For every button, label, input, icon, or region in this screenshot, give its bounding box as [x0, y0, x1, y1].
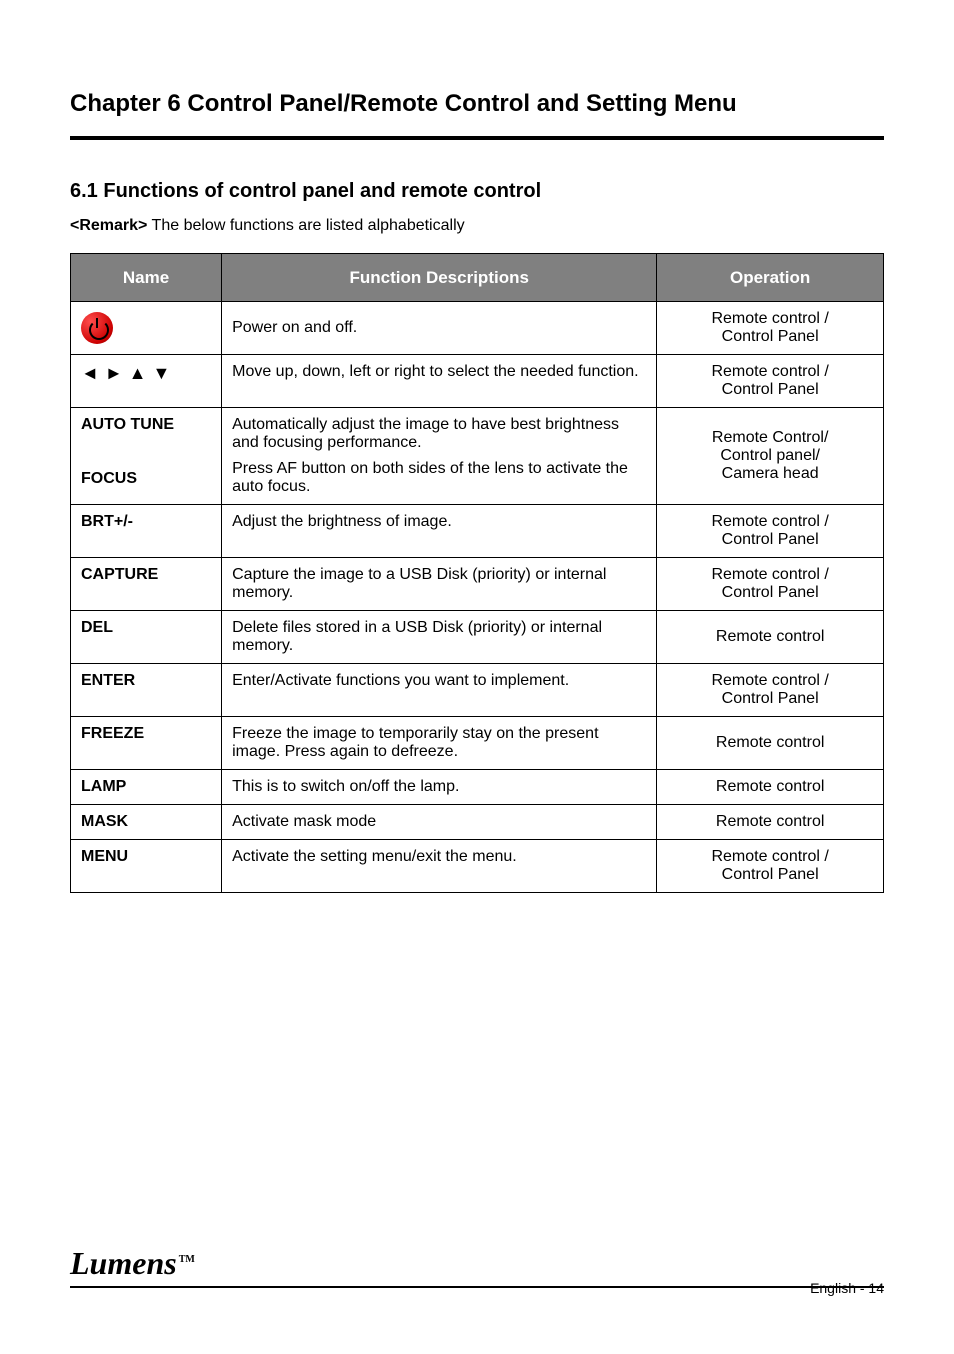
cell-op: Remote control / Control Panel [657, 840, 884, 893]
sub-label-text: FOCUS [81, 470, 211, 488]
cell-icon [71, 302, 222, 355]
cell-desc: Adjust the brightness of image. [222, 505, 657, 558]
desc-text: Enter/Activate functions you want to imp… [232, 672, 646, 690]
cell-desc: Activate mask mode [222, 805, 657, 840]
lumens-logo: LumensTM [70, 1245, 195, 1282]
note-text: The below functions are listed alphabeti… [147, 217, 464, 234]
table-row: MENU Activate the setting menu/exit the … [71, 840, 884, 893]
arrow-icons: ◄ ► ▲ ▼ [81, 363, 170, 384]
cell-name: BRT+/- [71, 505, 222, 558]
label-text: ENTER [81, 672, 211, 690]
desc-text: Move up, down, left or right to select t… [232, 363, 646, 381]
label-text: DEL [81, 619, 211, 637]
cell-desc: Activate the setting menu/exit the menu. [222, 840, 657, 893]
th-op: Operation [657, 254, 884, 302]
page-num-value: 14 [868, 1280, 884, 1296]
cell-op: Remote control [657, 717, 884, 770]
desc-text: Activate the setting menu/exit the menu. [232, 848, 646, 866]
desc-text: Freeze the image to temporarily stay on … [232, 725, 646, 761]
table-row: DEL Delete files stored in a USB Disk (p… [71, 611, 884, 664]
table-row: BRT+/- Adjust the brightness of image. R… [71, 505, 884, 558]
desc-text: Automatically adjust the image to have b… [232, 416, 646, 452]
table-row: CAPTURE Capture the image to a USB Disk … [71, 558, 884, 611]
th-name: Name [71, 254, 222, 302]
label-text: MASK [81, 813, 211, 831]
table-row: AUTO TUNE FOCUS Automatically adjust the… [71, 408, 884, 505]
desc-text: Adjust the brightness of image. [232, 513, 646, 531]
label-text: AUTO TUNE [81, 416, 211, 434]
table-row: ◄ ► ▲ ▼ Move up, down, left or right to … [71, 355, 884, 408]
table-row: LAMP This is to switch on/off the lamp. … [71, 770, 884, 805]
arrow-left-icon: ◄ [81, 363, 99, 384]
page-footer: LumensTM English - 14 [70, 1245, 884, 1294]
label-text: LAMP [81, 778, 211, 796]
page-label: English - [810, 1280, 868, 1296]
cell-op: Remote control / Control Panel [657, 355, 884, 408]
th-desc: Function Descriptions [222, 254, 657, 302]
footer-rule [70, 1286, 884, 1288]
table-row: Power on and off. Remote control / Contr… [71, 302, 884, 355]
cell-desc: This is to switch on/off the lamp. [222, 770, 657, 805]
table-row: FREEZE Freeze the image to temporarily s… [71, 717, 884, 770]
power-icon [81, 312, 113, 344]
label-text: FREEZE [81, 725, 211, 743]
cell-name: DEL [71, 611, 222, 664]
cell-desc: Move up, down, left or right to select t… [222, 355, 657, 408]
chapter-rule [70, 136, 884, 140]
cell-desc: Delete files stored in a USB Disk (prior… [222, 611, 657, 664]
note: <Remark> The below functions are listed … [70, 217, 884, 235]
desc-text: This is to switch on/off the lamp. [232, 778, 646, 796]
cell-op: Remote control / Control Panel [657, 664, 884, 717]
chapter-title: Chapter 6 Control Panel/Remote Control a… [70, 90, 884, 118]
cell-op: Remote Control/ Control panel/ Camera he… [657, 408, 884, 505]
cell-desc: Automatically adjust the image to have b… [222, 408, 657, 505]
cell-desc: Power on and off. [222, 302, 657, 355]
table-row: MASK Activate mask mode Remote control [71, 805, 884, 840]
desc-text: Activate mask mode [232, 813, 646, 831]
cell-name: CAPTURE [71, 558, 222, 611]
cell-op: Remote control / Control Panel [657, 505, 884, 558]
cell-name: LAMP [71, 770, 222, 805]
cell-name: MASK [71, 805, 222, 840]
table-header-row: Name Function Descriptions Operation [71, 254, 884, 302]
cell-op: Remote control / Control Panel [657, 302, 884, 355]
note-prefix: <Remark> [70, 217, 147, 234]
cell-name: MENU [71, 840, 222, 893]
desc-text: Capture the image to a USB Disk (priorit… [232, 566, 646, 602]
cell-op: Remote control / Control Panel [657, 558, 884, 611]
cell-name: ENTER [71, 664, 222, 717]
table-row: ENTER Enter/Activate functions you want … [71, 664, 884, 717]
arrow-right-icon: ► [105, 363, 123, 384]
label-text: MENU [81, 848, 211, 866]
tm-mark: TM [179, 1254, 195, 1265]
functions-table: Name Function Descriptions Operation Pow… [70, 253, 884, 893]
sub-desc-text: Press AF button on both sides of the len… [232, 460, 646, 496]
label-text: CAPTURE [81, 566, 211, 584]
section-title: 6.1 Functions of control panel and remot… [70, 180, 884, 203]
cell-desc: Enter/Activate functions you want to imp… [222, 664, 657, 717]
cell-desc: Freeze the image to temporarily stay on … [222, 717, 657, 770]
cell-name: FREEZE [71, 717, 222, 770]
cell-name: AUTO TUNE FOCUS [71, 408, 222, 505]
cell-desc: Capture the image to a USB Disk (priorit… [222, 558, 657, 611]
cell-icon: ◄ ► ▲ ▼ [71, 355, 222, 408]
desc-text: Power on and off. [232, 319, 646, 337]
arrow-up-icon: ▲ [129, 363, 147, 384]
spacer [232, 452, 646, 460]
cell-op: Remote control [657, 611, 884, 664]
cell-op: Remote control [657, 770, 884, 805]
page-number: English - 14 [810, 1280, 884, 1296]
desc-text: Delete files stored in a USB Disk (prior… [232, 619, 646, 655]
cell-op: Remote control [657, 805, 884, 840]
arrow-down-icon: ▼ [152, 363, 170, 384]
label-text: BRT+/- [81, 513, 211, 531]
